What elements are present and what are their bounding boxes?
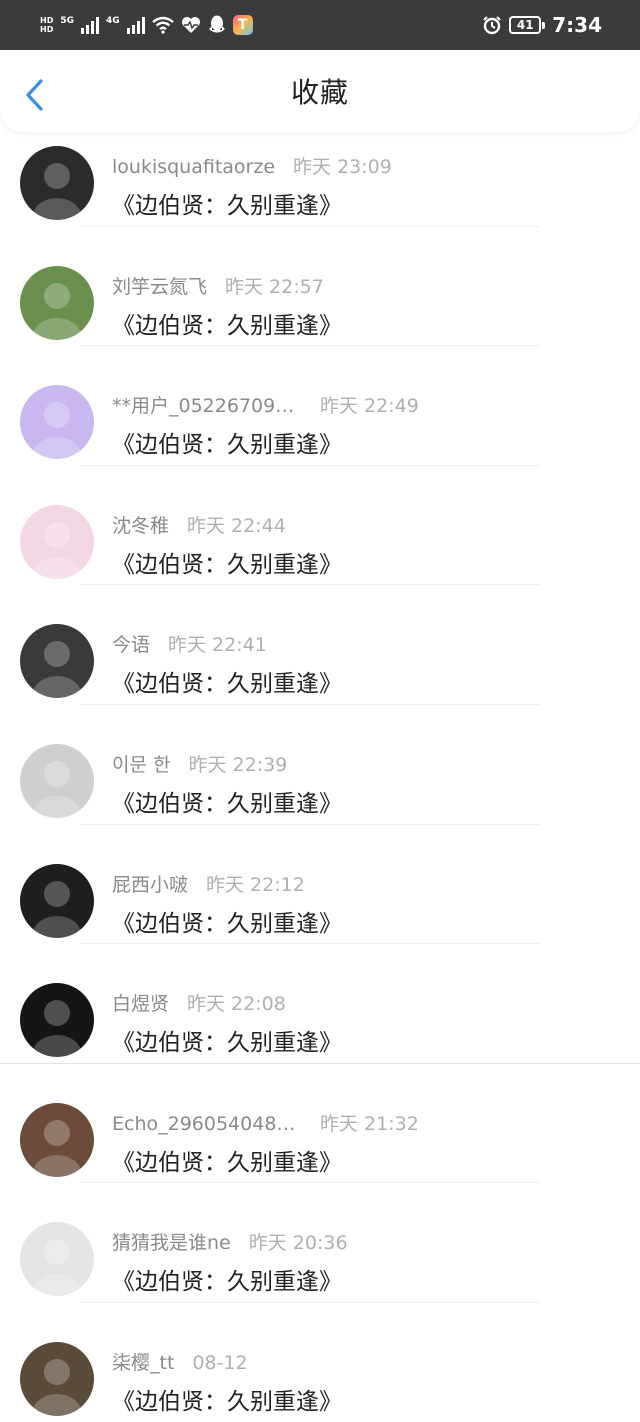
hd-label-1: HD — [40, 16, 54, 25]
back-button[interactable] — [22, 79, 48, 111]
timestamp: 昨天 22:39 — [188, 753, 288, 776]
avatar-image — [20, 624, 94, 699]
avatar[interactable] — [20, 1102, 94, 1177]
avatar-image — [20, 504, 94, 579]
item-meta: 白煜贤 昨天 22:08 — [112, 989, 286, 1016]
status-time: 7:34 — [552, 13, 602, 37]
wifi-icon — [151, 16, 174, 34]
avatar-image — [20, 1341, 94, 1416]
timestamp: 昨天 22:12 — [206, 873, 305, 896]
list-item[interactable]: 今语 昨天 22:41 《边伯贤：久别重逢》 — [0, 582, 640, 705]
alarm-icon — [482, 15, 502, 35]
username[interactable]: 屁西小啵 — [112, 870, 188, 897]
timestamp: 昨天 22:49 — [320, 395, 419, 418]
username[interactable]: **用户_052267097... — [112, 391, 302, 418]
avatar-image — [20, 1102, 94, 1177]
avatar[interactable] — [20, 1341, 94, 1416]
avatar[interactable] — [20, 624, 94, 699]
item-meta: 沈冬稚 昨天 22:44 — [112, 511, 286, 538]
favorite-title[interactable]: 《边伯贤：久别重逢》 — [112, 306, 342, 340]
list-item[interactable]: 屁西小啵 昨天 22:12 《边伯贤：久别重逢》 — [0, 822, 640, 945]
timestamp: 昨天 22:44 — [187, 514, 286, 537]
favorite-title[interactable]: 《边伯贤：久别重逢》 — [112, 1143, 342, 1177]
item-meta: **用户_052267097... 昨天 22:49 — [112, 391, 419, 418]
list-item[interactable]: Echo_2960540486... 昨天 21:32 《边伯贤：久别重逢》 — [0, 1061, 640, 1184]
nav-bar: 收藏 — [0, 50, 640, 132]
favorite-title[interactable]: 《边伯贤：久别重逢》 — [112, 784, 342, 818]
avatar[interactable] — [20, 743, 94, 818]
item-meta: 今语 昨天 22:41 — [112, 630, 267, 657]
username[interactable]: 白煜贤 — [112, 989, 169, 1016]
timestamp: 昨天 21:32 — [320, 1112, 419, 1135]
item-meta: Echo_2960540486... 昨天 21:32 — [112, 1109, 419, 1136]
list-item[interactable]: 柒樱_tt 08-12 《边伯贤：久别重逢》 — [0, 1300, 640, 1420]
avatar-image — [20, 983, 94, 1058]
favorites-list: loukisquafitaorze 昨天 23:09 《边伯贤：久别重逢》 刘竽云氮飞… — [0, 104, 640, 1420]
username[interactable]: Echo_2960540486... — [112, 1113, 302, 1135]
list-item[interactable]: **用户_052267097... 昨天 22:49 《边伯贤：久别重逢》 — [0, 343, 640, 466]
username[interactable]: 柒樱_tt — [112, 1348, 174, 1375]
item-meta: 柒樱_tt 08-12 — [112, 1348, 248, 1375]
list-item[interactable]: 刘竽云氮飞 昨天 22:57 《边伯贤：久别重逢》 — [0, 224, 640, 347]
battery-icon: 41 — [509, 16, 546, 34]
qq-icon — [208, 15, 226, 35]
avatar-image — [20, 1222, 94, 1297]
item-meta: 이문 한 昨天 22:39 — [112, 750, 287, 777]
avatar-image — [20, 385, 94, 460]
item-meta: loukisquafitaorze 昨天 23:09 — [112, 152, 392, 179]
list-item[interactable]: 猜猜我是谁ne 昨天 20:36 《边伯贤：久别重逢》 — [0, 1180, 640, 1303]
network-4g-label: 4G — [106, 16, 120, 26]
hd-indicator: HD HD — [40, 16, 53, 34]
timestamp: 昨天 22:41 — [168, 634, 267, 657]
favorite-title[interactable]: 《边伯贤：久别重逢》 — [112, 425, 342, 459]
list-item[interactable]: 이문 한 昨天 22:39 《边伯贤：久别重逢》 — [0, 702, 640, 825]
favorite-title[interactable]: 《边伯贤：久别重逢》 — [112, 186, 342, 220]
item-meta: 刘竽云氮飞 昨天 22:57 — [112, 272, 324, 299]
timestamp: 昨天 20:36 — [248, 1232, 348, 1255]
avatar[interactable] — [20, 863, 94, 938]
username[interactable]: 刘竽云氮飞 — [112, 272, 207, 299]
timestamp: 昨天 22:08 — [187, 993, 286, 1016]
favorite-title[interactable]: 《边伯贤：久别重逢》 — [112, 1023, 342, 1057]
item-meta: 屁西小啵 昨天 22:12 — [112, 870, 305, 897]
avatar-image — [20, 743, 94, 818]
favorite-title[interactable]: 《边伯贤：久别重逢》 — [112, 664, 342, 698]
hd-label-2: HD — [40, 25, 54, 34]
avatar-image — [20, 265, 94, 340]
app-t-icon: T — [232, 15, 253, 35]
favorite-title[interactable]: 《边伯贤：久别重逢》 — [112, 1262, 342, 1296]
avatar[interactable] — [20, 146, 94, 220]
avatar[interactable] — [20, 265, 94, 340]
avatar[interactable] — [20, 504, 94, 579]
timestamp: 昨天 23:09 — [293, 156, 392, 178]
signal-icon-2 — [126, 16, 145, 34]
timestamp: 08-12 — [192, 1351, 248, 1374]
timestamp: 昨天 22:57 — [225, 275, 324, 298]
username[interactable]: 이문 한 — [112, 750, 170, 777]
signal-icon — [81, 16, 99, 34]
username[interactable]: 今语 — [112, 630, 150, 657]
username[interactable]: 猜猜我是谁ne — [112, 1228, 231, 1255]
favorite-title[interactable]: 《边伯贤：久别重逢》 — [112, 904, 342, 938]
avatar[interactable] — [20, 1222, 94, 1297]
list-item[interactable]: 沈冬稚 昨天 22:44 《边伯贤：久别重逢》 — [0, 463, 640, 586]
status-bar-left: HD HD 5G 4G T — [40, 15, 253, 35]
avatar[interactable] — [20, 385, 94, 460]
network-5g-label: 5G — [60, 16, 74, 26]
status-bar: HD HD 5G 4G T 41 7:34 — [0, 0, 640, 50]
username[interactable]: loukisquafitaorze — [112, 156, 275, 178]
avatar-image — [20, 146, 94, 220]
item-meta: 猜猜我是谁ne 昨天 20:36 — [112, 1228, 348, 1255]
chevron-left-icon — [26, 79, 43, 111]
avatar[interactable] — [20, 983, 94, 1058]
favorite-title[interactable]: 《边伯贤：久别重逢》 — [112, 545, 342, 579]
heart-pulse-icon — [181, 16, 201, 34]
status-bar-right: 41 7:34 — [482, 13, 602, 37]
list-item[interactable]: 白煜贤 昨天 22:08 《边伯贤：久别重逢》 — [0, 941, 640, 1064]
username[interactable]: 沈冬稚 — [112, 511, 169, 538]
avatar-image — [20, 863, 94, 938]
page-title: 收藏 — [290, 76, 349, 109]
favorite-title[interactable]: 《边伯贤：久别重逢》 — [112, 1382, 342, 1416]
